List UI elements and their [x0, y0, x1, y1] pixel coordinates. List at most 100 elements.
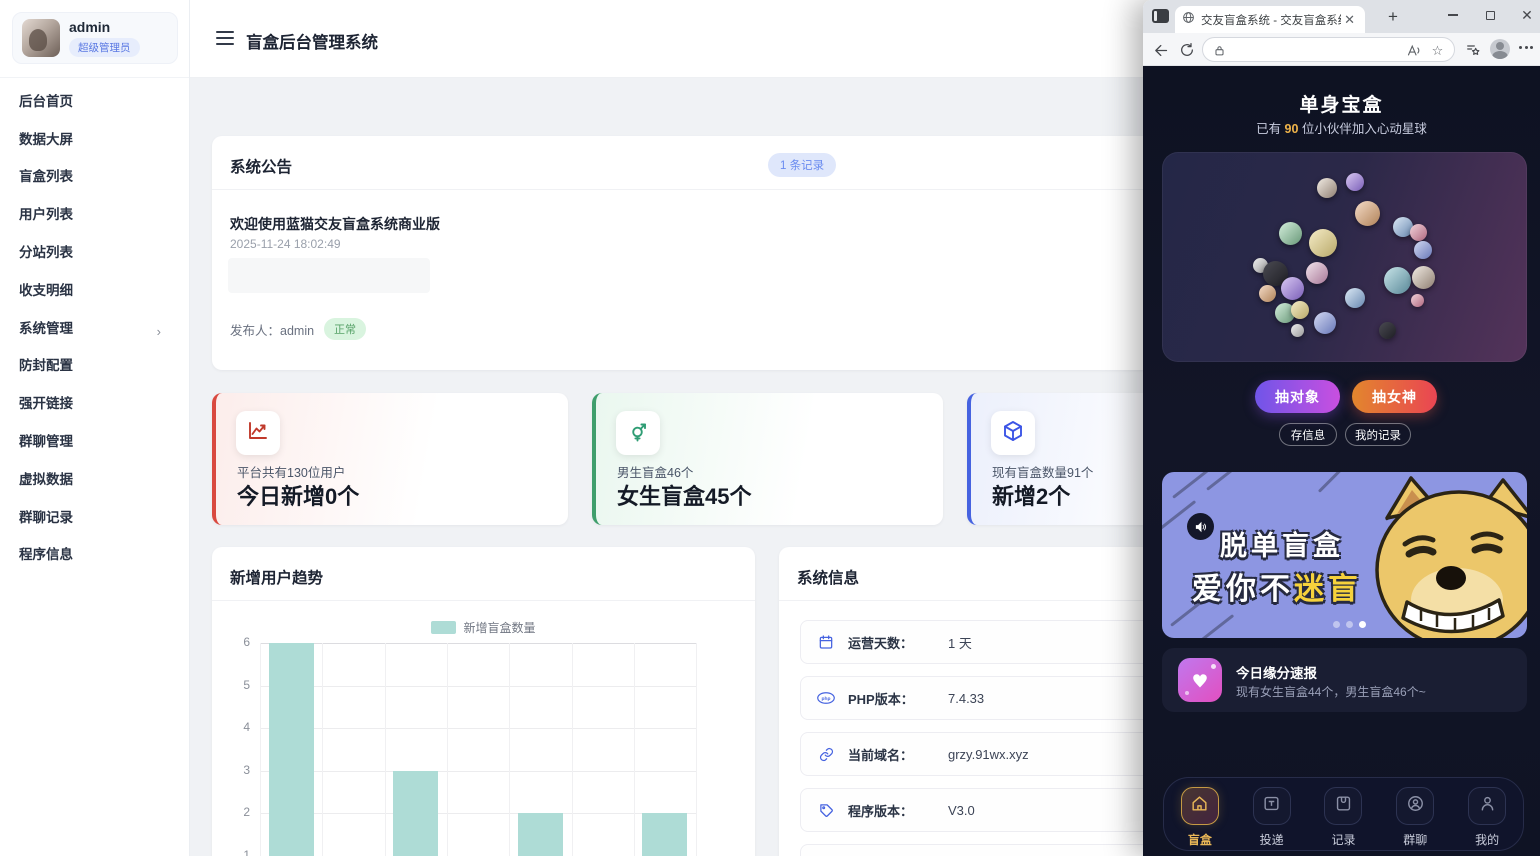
globe-icon [1182, 11, 1195, 29]
new-tab-button[interactable]: + [1381, 5, 1405, 29]
fate-report-card[interactable]: 今日缘分速报 现有女生盲盒44个，男生盲盒46个~ [1162, 648, 1527, 712]
browser-profile-avatar[interactable] [1490, 39, 1510, 59]
carousel-dot[interactable] [1333, 621, 1341, 628]
post-title: 欢迎使用蓝猫交友盲盒系统商业版 [230, 216, 440, 232]
info-label: 当前域名： [848, 747, 914, 763]
promo-banner[interactable]: 脱单盲盒 爱你不迷盲 [1162, 472, 1527, 638]
member-avatar-bubble [1383, 266, 1411, 294]
stat-value: 新增2个 [992, 484, 1071, 509]
nav-item-群聊[interactable]: 群聊 [1387, 787, 1443, 848]
bar-chart: 6 5 4 3 2 1 [212, 547, 755, 856]
member-avatar-bubble [1309, 229, 1337, 257]
group-icon [1406, 794, 1425, 818]
tag-icon [817, 801, 835, 819]
sidebar-item[interactable]: 后台首页 [0, 81, 189, 119]
member-avatar-bubble [1306, 262, 1328, 284]
lock-icon [1211, 42, 1228, 59]
nav-label: 投递 [1259, 833, 1284, 847]
close-window-button[interactable]: ✕ [1510, 0, 1540, 30]
link-icon [817, 745, 835, 763]
y-axis-tick: 4 [243, 720, 250, 734]
sidebar-item[interactable]: 群聊记录 [0, 497, 189, 535]
browser-titlebar: 交友盲盒系统 - 交友盲盒系统 ✕ + ✕ [1143, 0, 1540, 33]
bottom-nav: 盲盒 投递 记录 群聊 我的 [1163, 777, 1524, 851]
hamburger-menu-icon[interactable] [216, 31, 234, 45]
address-input[interactable] [1231, 40, 1391, 59]
member-avatar-bubble [1378, 321, 1396, 339]
sidebar-item[interactable]: 盲盒列表 [0, 157, 189, 195]
speaker-icon [1187, 513, 1214, 540]
chart-card: 新增用户趋势 新增盲盒数量 654321 [212, 547, 755, 856]
nav-item-投递[interactable]: 投递 [1244, 787, 1300, 848]
sidebar-item[interactable]: 分站列表 [0, 232, 189, 270]
sidebar-item[interactable]: 系统管理 › [0, 308, 189, 346]
role-badge: 超级管理员 [69, 38, 140, 57]
mailbox-icon [1262, 794, 1281, 818]
info-value: 7.4.33 [948, 690, 985, 706]
carousel-dot[interactable] [1359, 621, 1367, 628]
chevron-right-icon: › [156, 323, 161, 339]
refresh-icon[interactable] [1177, 40, 1197, 60]
nav-label: 群聊 [1403, 833, 1428, 847]
bag-icon [1334, 794, 1353, 818]
record-count-badge: 1 条记录 [768, 153, 837, 177]
announcement-title: 系统公告 [230, 159, 293, 176]
member-avatar-bubble [1414, 241, 1432, 259]
sidebar-item[interactable]: 用户列表 [0, 194, 189, 232]
sidebar-item[interactable]: 强开链接 [0, 383, 189, 421]
sidebar-item[interactable]: 防封配置 [0, 346, 189, 384]
nav-label: 盲盒 [1187, 833, 1212, 847]
banner-line2: 爱你不迷盲 [1192, 573, 1362, 606]
status-badge: 正常 [324, 318, 367, 340]
stat-value: 女生盲盒45个 [617, 484, 752, 509]
member-avatar-bubble [1346, 173, 1364, 191]
address-bar[interactable]: ☆ [1202, 37, 1455, 62]
fate-subtitle: 现有女生盲盒44个，男生盲盒46个~ [1236, 685, 1426, 699]
php-icon: php [817, 689, 835, 707]
browser-tab[interactable]: 交友盲盒系统 - 交友盲盒系统 ✕ [1175, 6, 1365, 33]
chart-bar [517, 813, 563, 856]
info-value: V3.0 [948, 802, 975, 818]
avatar-sphere [1162, 152, 1527, 362]
minimize-button[interactable] [1436, 0, 1470, 30]
my-records-button[interactable]: 我的记录 [1345, 423, 1411, 446]
nav-item-记录[interactable]: 记录 [1315, 787, 1371, 848]
sidebar-item[interactable]: 收支明细 [0, 270, 189, 308]
draw-partner-button[interactable]: 抽对象 [1255, 380, 1340, 413]
member-avatar-bubble [1409, 223, 1427, 241]
sidebar-item[interactable]: 程序信息 [0, 535, 189, 573]
sidebar-item[interactable]: 数据大屏 [0, 119, 189, 157]
avatar [22, 19, 60, 57]
cube-icon [1001, 419, 1025, 448]
save-info-button[interactable]: 存信息 [1279, 423, 1337, 446]
carousel-dot[interactable] [1346, 621, 1354, 628]
browser-menu-icon[interactable] [1519, 46, 1533, 49]
calendar-icon [817, 633, 835, 651]
tab-title: 交友盲盒系统 - 交友盲盒系统 [1201, 14, 1342, 27]
profile-card[interactable]: admin 超级管理员 [12, 12, 178, 64]
gender-icon [626, 419, 650, 448]
info-label: 程序版本： [848, 803, 914, 819]
nav-item-盲盒[interactable]: 盲盒 [1172, 787, 1228, 848]
member-avatar-bubble [1411, 265, 1435, 289]
sidebar-item[interactable]: 虚拟数据 [0, 459, 189, 497]
member-avatar-bubble [1410, 293, 1424, 307]
sidebar-item[interactable]: 群聊管理 [0, 421, 189, 459]
favorite-star-icon[interactable]: ☆ [1429, 42, 1446, 59]
maximize-button[interactable] [1473, 0, 1507, 30]
post-date: 2025-11-24 18:02:49 [230, 237, 341, 251]
tab-close-icon[interactable]: ✕ [1341, 12, 1358, 28]
back-icon[interactable] [1151, 40, 1171, 60]
banner-line1: 脱单盲盒 [1220, 531, 1344, 561]
browser-navbar: ☆ [1143, 33, 1540, 66]
read-aloud-icon[interactable] [1405, 42, 1422, 59]
collections-icon[interactable] [1463, 40, 1483, 60]
nav-item-我的[interactable]: 我的 [1459, 787, 1515, 848]
info-value: 1 天 [948, 635, 972, 651]
tab-actions-icon[interactable] [1152, 9, 1169, 23]
doge-mascot [1361, 474, 1527, 638]
y-axis-tick: 5 [243, 677, 250, 692]
member-avatar-bubble [1314, 312, 1336, 334]
draw-goddess-button[interactable]: 抽女神 [1352, 380, 1437, 413]
stat-value: 今日新增0个 [237, 484, 360, 509]
